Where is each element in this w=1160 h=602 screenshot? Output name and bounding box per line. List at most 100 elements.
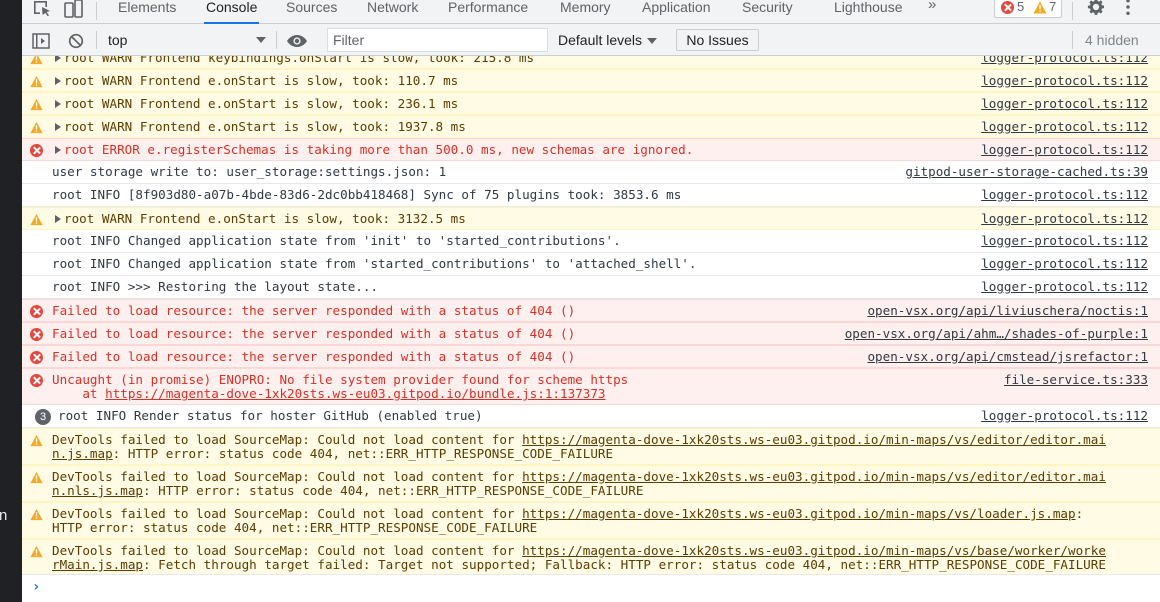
source-link[interactable]: gitpod-user-storage-cached.ts:39 bbox=[905, 164, 1148, 179]
source-link[interactable]: file-service.ts:333 bbox=[1004, 372, 1148, 387]
console-message-warning[interactable]: root WARN Frontend e.onStart is slow, to… bbox=[22, 207, 1160, 230]
device-toolbar-icon[interactable] bbox=[64, 0, 84, 18]
error-icon bbox=[30, 305, 43, 318]
message-text: root INFO Render status for hoster GitHu… bbox=[58, 408, 483, 423]
expand-triangle-icon[interactable] bbox=[55, 146, 61, 154]
sidebar-toggle-icon[interactable] bbox=[32, 32, 50, 50]
sourcemap-url-link-cont[interactable]: n.nls.js.map bbox=[52, 483, 143, 498]
sourcemap-url-link[interactable]: https://magenta-dove-1xk20sts.ws-eu03.gi… bbox=[522, 469, 1106, 484]
warning-icon bbox=[30, 508, 43, 521]
console-message-error[interactable]: Failed to load resource: the server resp… bbox=[22, 322, 1160, 345]
console-message-log[interactable]: root INFO >>> Restoring the layout state… bbox=[22, 276, 1160, 299]
sourcemap-url-link-cont[interactable]: rMain.js.map bbox=[52, 557, 143, 572]
source-link[interactable]: logger-protocol.ts:112 bbox=[981, 279, 1148, 294]
expand-triangle-icon[interactable] bbox=[55, 123, 61, 131]
source-link[interactable]: logger-protocol.ts:112 bbox=[981, 233, 1148, 248]
issues-button[interactable]: No Issues bbox=[676, 29, 759, 51]
console-message-warning[interactable]: root WARN Frontend e.onStart is slow, to… bbox=[22, 92, 1160, 115]
tab-application[interactable]: Application bbox=[640, 0, 713, 24]
console-prompt[interactable]: › bbox=[22, 574, 1160, 600]
source-link[interactable]: logger-protocol.ts:112 bbox=[981, 408, 1148, 423]
message-suffix: : HTTP error: status code 404, net::ERR_… bbox=[112, 446, 614, 461]
source-link[interactable]: logger-protocol.ts:112 bbox=[981, 96, 1148, 111]
error-icon bbox=[30, 374, 43, 387]
expand-triangle-icon[interactable] bbox=[55, 215, 61, 223]
tab-sources[interactable]: Sources bbox=[284, 0, 339, 24]
source-link[interactable]: logger-protocol.ts:112 bbox=[981, 211, 1148, 226]
console-messages: root WARN Frontend keybindings.onStart i… bbox=[22, 56, 1160, 602]
console-message-warning[interactable]: root WARN Frontend e.onStart is slow, to… bbox=[22, 115, 1160, 138]
message-text: DevTools failed to load SourceMap: Could… bbox=[52, 469, 1106, 484]
message-text: root INFO >>> Restoring the layout state… bbox=[52, 279, 379, 294]
message-text: root INFO Changed application state from… bbox=[52, 256, 697, 271]
hidden-messages-count: 4 hidden bbox=[1085, 32, 1139, 48]
settings-gear-icon[interactable] bbox=[1086, 0, 1106, 16]
console-message-warning[interactable]: DevTools failed to load SourceMap: Could… bbox=[22, 502, 1160, 539]
tab-security[interactable]: Security bbox=[740, 0, 795, 24]
source-link[interactable]: logger-protocol.ts:112 bbox=[981, 187, 1148, 202]
console-message-error[interactable]: Uncaught (in promise) ENOPRO: No file sy… bbox=[22, 368, 1160, 405]
message-text: Failed to load resource: the server resp… bbox=[52, 303, 576, 318]
message-text: root WARN Frontend e.onStart is slow, to… bbox=[64, 73, 459, 88]
console-message-log[interactable]: user storage write to: user_storage:sett… bbox=[22, 161, 1160, 184]
console-message-warning[interactable]: root WARN Frontend e.onStart is slow, to… bbox=[22, 69, 1160, 92]
console-message-warning[interactable]: root WARN Frontend keybindings.onStart i… bbox=[22, 56, 1160, 69]
more-tabs-chevron-icon[interactable]: » bbox=[928, 0, 937, 13]
source-link[interactable]: logger-protocol.ts:112 bbox=[981, 256, 1148, 271]
warning-icon bbox=[30, 75, 43, 88]
expand-triangle-icon[interactable] bbox=[55, 56, 61, 62]
message-text: DevTools failed to load SourceMap: Could… bbox=[52, 506, 1083, 521]
inspect-element-icon[interactable] bbox=[32, 0, 52, 18]
message-prefix: DevTools failed to load SourceMap: Could… bbox=[52, 506, 523, 521]
console-message-error[interactable]: root ERROR e.registerSchemas is taking m… bbox=[22, 138, 1160, 161]
console-message-log[interactable]: root INFO Changed application state from… bbox=[22, 230, 1160, 253]
error-icon bbox=[30, 328, 43, 341]
message-text: DevTools failed to load SourceMap: Could… bbox=[52, 543, 1106, 558]
tab-console[interactable]: Console bbox=[204, 0, 260, 24]
more-options-icon[interactable] bbox=[1122, 0, 1134, 16]
tab-lighthouse[interactable]: Lighthouse bbox=[832, 0, 905, 24]
source-link[interactable]: logger-protocol.ts:112 bbox=[981, 119, 1148, 134]
expand-triangle-icon[interactable] bbox=[55, 77, 61, 85]
console-message-warning[interactable]: DevTools failed to load SourceMap: Could… bbox=[22, 539, 1160, 576]
console-message-warning[interactable]: DevTools failed to load SourceMap: Could… bbox=[22, 428, 1160, 465]
message-prefix: DevTools failed to load SourceMap: Could… bbox=[52, 469, 523, 484]
source-link[interactable]: open-vsx.org/api/liviuschera/noctis:1 bbox=[867, 303, 1148, 318]
source-link[interactable]: logger-protocol.ts:112 bbox=[981, 142, 1148, 157]
console-message-warning[interactable]: DevTools failed to load SourceMap: Could… bbox=[22, 465, 1160, 502]
tab-network[interactable]: Network bbox=[365, 0, 420, 24]
message-prefix: DevTools failed to load SourceMap: Could… bbox=[52, 432, 523, 447]
execution-context-select[interactable]: top bbox=[108, 29, 270, 51]
toolbar-separator bbox=[276, 31, 277, 49]
tab-performance[interactable]: Performance bbox=[446, 0, 530, 24]
stack-url-link[interactable]: https://magenta-dove-1xk20sts.ws-eu03.gi… bbox=[105, 386, 605, 401]
sourcemap-url-link[interactable]: https://magenta-dove-1xk20sts.ws-eu03.gi… bbox=[522, 506, 1076, 521]
console-message-log[interactable]: root INFO [8f903d80-a07b-4bde-83d6-2dc0b… bbox=[22, 184, 1160, 207]
tab-elements[interactable]: Elements bbox=[116, 0, 178, 24]
sourcemap-url-link-cont[interactable]: n.js.map bbox=[52, 446, 113, 461]
log-levels-label: Default levels bbox=[558, 32, 643, 48]
error-icon bbox=[30, 351, 43, 364]
console-message-error[interactable]: Failed to load resource: the server resp… bbox=[22, 345, 1160, 368]
source-link[interactable]: open-vsx.org/api/cmstead/jsrefactor:1 bbox=[867, 349, 1148, 364]
message-suffix: : HTTP error: status code 404, net::ERR_… bbox=[143, 483, 644, 498]
source-link[interactable]: logger-protocol.ts:112 bbox=[981, 56, 1148, 65]
log-levels-dropdown[interactable]: Default levels bbox=[558, 29, 658, 51]
sourcemap-url-link[interactable]: https://magenta-dove-1xk20sts.ws-eu03.gi… bbox=[522, 543, 1106, 558]
live-expression-eye-icon[interactable] bbox=[286, 32, 308, 50]
console-message-error[interactable]: Failed to load resource: the server resp… bbox=[22, 299, 1160, 322]
message-text: Uncaught (in promise) ENOPRO: No file sy… bbox=[52, 372, 629, 387]
clear-console-icon[interactable] bbox=[68, 32, 84, 50]
warning-icon bbox=[30, 434, 43, 447]
left-text-fragment: n bbox=[0, 507, 8, 524]
tab-memory[interactable]: Memory bbox=[558, 0, 613, 24]
expand-triangle-icon[interactable] bbox=[55, 100, 61, 108]
warning-icon bbox=[30, 213, 43, 226]
sourcemap-url-link[interactable]: https://magenta-dove-1xk20sts.ws-eu03.gi… bbox=[522, 432, 1106, 447]
source-link[interactable]: open-vsx.org/api/ahm…/shades-of-purple:1 bbox=[845, 326, 1148, 341]
filter-input[interactable] bbox=[327, 28, 548, 52]
console-message-log-grouped[interactable]: 3 root INFO Render status for hoster Git… bbox=[22, 405, 1160, 428]
issue-counter-button[interactable]: 5 7 bbox=[994, 0, 1062, 18]
console-message-log[interactable]: root INFO Changed application state from… bbox=[22, 253, 1160, 276]
source-link[interactable]: logger-protocol.ts:112 bbox=[981, 73, 1148, 88]
